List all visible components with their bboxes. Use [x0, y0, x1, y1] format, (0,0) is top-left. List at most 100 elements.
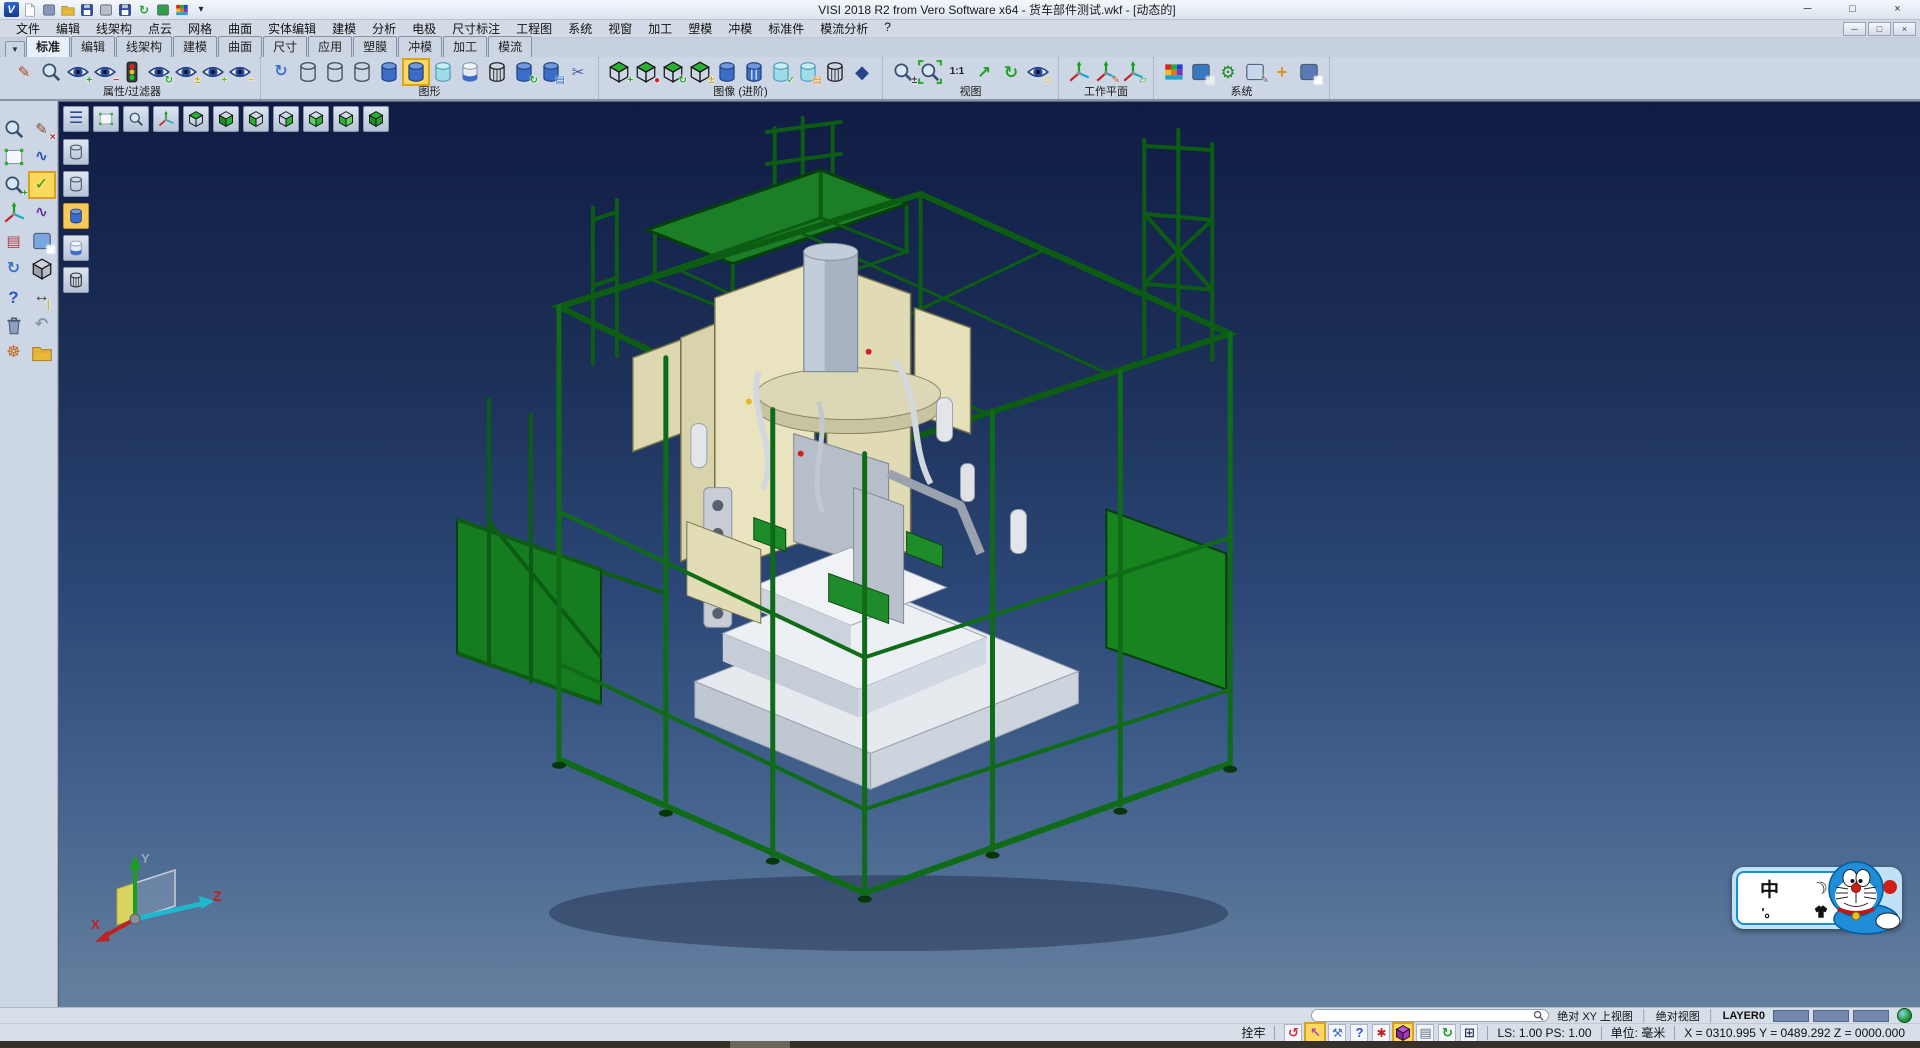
mixed-render-icon[interactable] — [458, 60, 482, 84]
library-icon[interactable]: ▤ — [2, 229, 26, 253]
wcs-icon[interactable] — [2, 201, 26, 225]
wireframe-icon[interactable] — [296, 60, 320, 84]
tab-建模[interactable]: 建模 — [173, 36, 217, 57]
view-top-icon[interactable] — [187, 110, 205, 128]
tab-dropdown-button[interactable]: ▼ — [5, 41, 25, 57]
color-palette-icon[interactable] — [1162, 60, 1186, 84]
mode-shaded-edges-icon[interactable] — [67, 239, 85, 257]
window-panes-icon[interactable]: ▦ — [30, 229, 54, 253]
mode-hidden-icon[interactable] — [67, 175, 85, 193]
mode-shaded-button[interactable] — [63, 203, 89, 229]
regen-solid-icon[interactable]: ↻ — [512, 60, 536, 84]
menu-item-?[interactable]: ? — [876, 20, 899, 37]
refresh-icon[interactable]: ↻ — [136, 2, 152, 18]
mode-shaded-edges-button[interactable] — [63, 235, 89, 261]
context-help-icon[interactable]: ? — [1350, 1024, 1368, 1042]
mode-wireframe-button[interactable] — [63, 139, 89, 165]
viewport-3d[interactable]: ☰ Y X Z 中 ☽ '。 — [58, 101, 1920, 1007]
display-settings-icon[interactable]: ▤ — [1189, 60, 1213, 84]
menu-item-点云[interactable]: 点云 — [140, 20, 180, 37]
lock-label[interactable]: 拴牢 — [1241, 1024, 1265, 1041]
view-manager-icon[interactable] — [41, 2, 57, 18]
menu-item-实体编辑[interactable]: 实体编辑 — [260, 20, 324, 37]
render-solid-icon[interactable] — [715, 60, 739, 84]
view-bottom-button[interactable] — [213, 106, 239, 132]
status-panel-button[interactable] — [1773, 1010, 1809, 1022]
viewport-menu-icon[interactable]: ☰ — [67, 110, 85, 128]
menu-item-线架构[interactable]: 线架构 — [88, 20, 140, 37]
menu-item-视窗[interactable]: 视窗 — [600, 20, 640, 37]
ime-mode-button[interactable]: 中 — [1760, 875, 1779, 902]
erase-icon[interactable]: ✎× — [30, 117, 54, 141]
fit-view-button[interactable] — [93, 106, 119, 132]
mode-wireframe-icon[interactable] — [67, 143, 85, 161]
menu-item-编辑[interactable]: 编辑 — [48, 20, 88, 37]
fine-wireframe-icon[interactable] — [485, 60, 509, 84]
menu-item-曲面[interactable]: 曲面 — [220, 20, 260, 37]
mode-fine-wire-button[interactable] — [63, 267, 89, 293]
workplane-icon[interactable] — [1067, 60, 1091, 84]
tab-曲面[interactable]: 曲面 — [218, 36, 262, 57]
view-back-icon[interactable] — [247, 110, 265, 128]
menu-item-工程图[interactable]: 工程图 — [508, 20, 560, 37]
zoom-fit-icon[interactable] — [918, 60, 942, 84]
close-button[interactable]: × — [1875, 0, 1920, 20]
redraw-icon[interactable]: ↻ — [269, 60, 293, 84]
shaded-icon[interactable] — [377, 60, 401, 84]
save-as-icon[interactable] — [117, 2, 133, 18]
refresh-view-icon[interactable]: ↻ — [661, 60, 685, 84]
visi-logo-icon[interactable]: V — [3, 2, 19, 18]
tab-塑膜[interactable]: 塑膜 — [353, 36, 397, 57]
hide-elements-icon[interactable]: − — [93, 60, 117, 84]
auto-rotate-icon[interactable]: ↻ — [1438, 1024, 1456, 1042]
view-filter-icon[interactable]: ● — [634, 60, 658, 84]
search-gears-icon[interactable] — [2, 117, 26, 141]
layers-icon[interactable]: ▤ — [1416, 1024, 1434, 1042]
zoom-window-button[interactable] — [123, 106, 149, 132]
view-bottom-icon[interactable] — [217, 110, 235, 128]
print-icon[interactable] — [98, 2, 114, 18]
dynamic-cube-icon[interactable] — [1394, 1024, 1412, 1042]
render-page-icon[interactable]: ▤ — [796, 60, 820, 84]
menu-item-标准件[interactable]: 标准件 — [760, 20, 812, 37]
calculator-grid-icon[interactable]: ▦ — [1297, 60, 1321, 84]
selection-box-icon[interactable] — [2, 145, 26, 169]
ime-punctuation-button[interactable]: '。 — [1761, 902, 1777, 921]
mode-fine-wire-icon[interactable] — [67, 271, 85, 289]
grid-window-icon[interactable]: ⊞ — [1460, 1024, 1478, 1042]
scale-label[interactable]: LS: 1.00 PS: 1.00 — [1497, 1026, 1591, 1040]
zoom-select-icon[interactable]: + — [2, 173, 26, 197]
system-settings-icon[interactable]: ⚙ — [1216, 60, 1240, 84]
dynamic-section-icon[interactable]: ✂ — [566, 60, 590, 84]
view-left-icon[interactable] — [337, 110, 355, 128]
menu-item-冲模[interactable]: 冲模 — [720, 20, 760, 37]
status-panel-button[interactable] — [1813, 1010, 1849, 1022]
spline-icon[interactable]: ∿ — [30, 145, 54, 169]
translucent-icon[interactable] — [431, 60, 455, 84]
edit-workplane-icon[interactable]: ✎ — [1094, 60, 1118, 84]
solid-info-icon[interactable]: ▤ — [539, 60, 563, 84]
tab-线架构[interactable]: 线架构 — [116, 36, 172, 57]
move-hand-icon[interactable]: + — [1270, 60, 1294, 84]
solid-cube-icon[interactable] — [30, 257, 54, 281]
measure-icon[interactable]: ↔▏ — [30, 285, 54, 309]
tab-标准[interactable]: 标准 — [26, 36, 70, 57]
help-icon[interactable]: ? — [2, 285, 26, 309]
shaded-edges-icon[interactable] — [404, 60, 428, 84]
tab-加工[interactable]: 加工 — [443, 36, 487, 57]
zoom-window-icon[interactable] — [127, 110, 145, 128]
hide-all-icon[interactable]: − — [228, 60, 252, 84]
globe-icon[interactable] — [1897, 1008, 1912, 1023]
view-mode-label[interactable]: 绝对视图 — [1656, 1008, 1700, 1024]
minimize-button[interactable]: ─ — [1785, 0, 1830, 20]
invert-visibility-icon[interactable]: ± — [174, 60, 198, 84]
view-front-button[interactable] — [303, 106, 329, 132]
view-iso-icon[interactable] — [367, 110, 385, 128]
zoom-actual-icon[interactable]: 1:1 — [945, 60, 969, 84]
mode-hidden-button[interactable] — [63, 171, 89, 197]
monitor-icon[interactable] — [155, 2, 171, 18]
menu-item-塑模[interactable]: 塑模 — [680, 20, 720, 37]
import-folder-icon[interactable] — [30, 341, 54, 365]
menu-item-模流分析[interactable]: 模流分析 — [812, 20, 876, 37]
palette-icon[interactable] — [174, 2, 190, 18]
